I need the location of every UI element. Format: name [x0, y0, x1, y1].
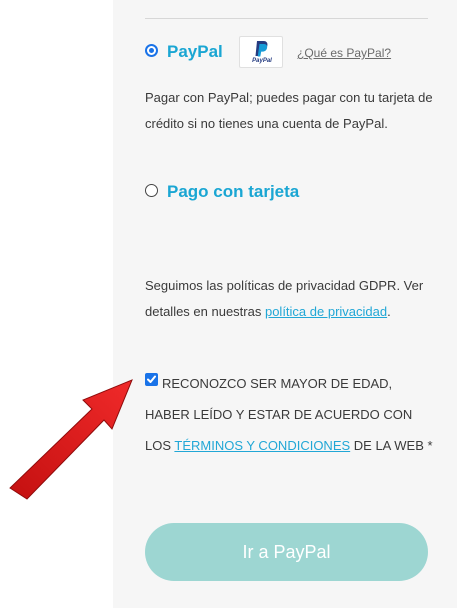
red-arrow-icon — [9, 379, 133, 500]
terms-text-end: DE LA WEB * — [350, 438, 433, 453]
privacy-notice: Seguimos las políticas de privacidad GDP… — [145, 273, 435, 325]
paypal-radio[interactable] — [145, 44, 158, 57]
go-to-paypal-button[interactable]: Ir a PayPal — [145, 523, 428, 581]
terms-label: RECONOZCO SER MAYOR DE EDAD, HABER LEÍDO… — [145, 368, 435, 461]
terms-link[interactable]: TÉRMINOS Y CONDICIONES — [174, 438, 350, 453]
what-is-paypal-link[interactable]: ¿Qué es PayPal? — [297, 46, 391, 60]
privacy-text-end: . — [387, 304, 391, 319]
privacy-policy-link[interactable]: política de privacidad — [265, 304, 387, 319]
card-label[interactable]: Pago con tarjeta — [167, 182, 299, 202]
paypal-description: Pagar con PayPal; puedes pagar con tu ta… — [145, 90, 433, 131]
paypal-logo-icon: PayPal — [239, 36, 283, 68]
card-radio[interactable] — [145, 184, 158, 197]
divider — [145, 18, 428, 19]
paypal-label[interactable]: PayPal — [167, 42, 223, 62]
paypal-logo-text: PayPal — [252, 58, 272, 64]
